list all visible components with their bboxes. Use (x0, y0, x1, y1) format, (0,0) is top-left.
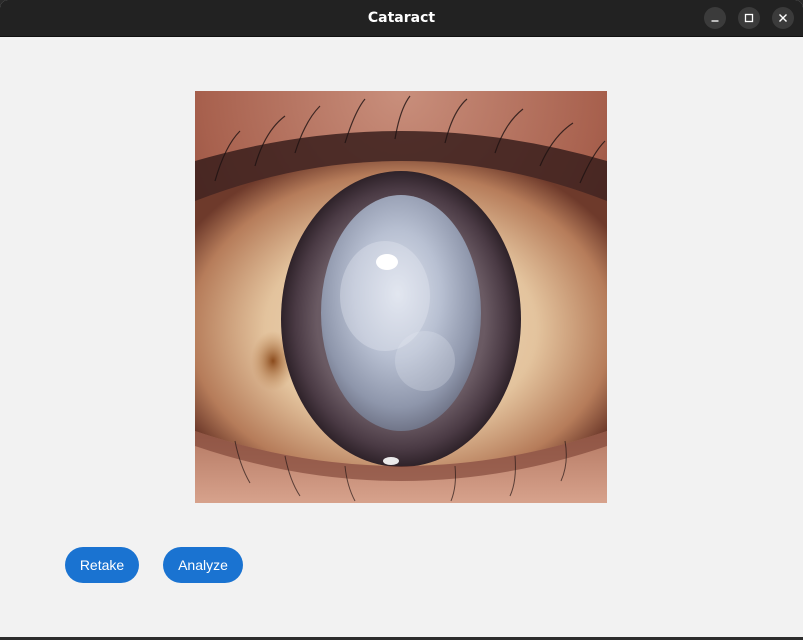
title-bar[interactable]: Cataract (0, 0, 803, 37)
app-window: Cataract Retake Analyze (0, 0, 803, 640)
minimize-icon (711, 20, 719, 22)
maximize-button[interactable] (738, 7, 760, 29)
retake-button[interactable]: Retake (65, 547, 139, 583)
main-content: Retake Analyze (0, 37, 803, 640)
window-title: Cataract (367, 10, 436, 26)
analyze-button[interactable]: Analyze (163, 547, 243, 583)
maximize-icon (744, 13, 754, 23)
close-button[interactable] (772, 7, 794, 29)
minimize-button[interactable] (704, 7, 726, 29)
eye-photo (195, 91, 607, 503)
close-icon (779, 14, 787, 22)
